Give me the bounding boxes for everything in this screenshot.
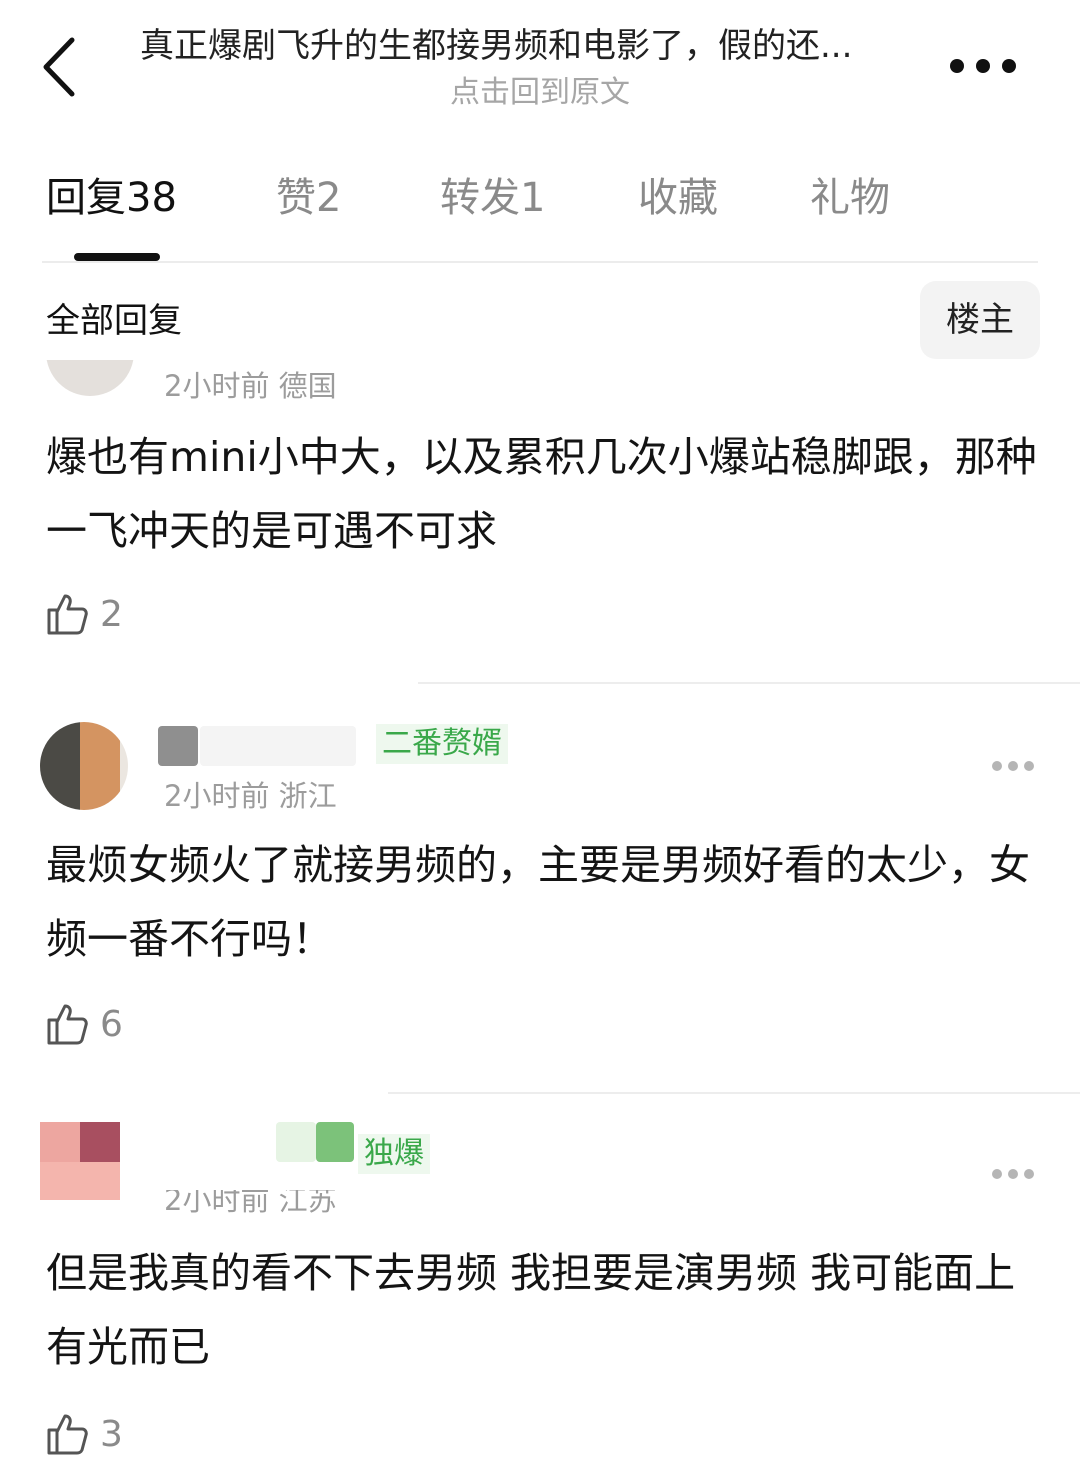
comment-meta-clipped: 2小时前 江苏 [164, 1190, 464, 1216]
tab-gifts[interactable]: 礼物 [810, 172, 890, 224]
comment-meta: 2小时前 江苏 [164, 1190, 337, 1216]
avatar[interactable] [46, 360, 134, 396]
comment-1-header-clipped: 2小时前 德国 [46, 360, 1046, 400]
username-obscured[interactable] [158, 726, 198, 766]
tab-likes[interactable]: 赞2 [276, 172, 341, 224]
like-count: 6 [100, 1003, 123, 1045]
like-button[interactable]: 3 [46, 1410, 123, 1458]
avatar[interactable] [40, 1122, 120, 1200]
more-options-icon[interactable] [950, 56, 1030, 76]
username-obscured [200, 726, 356, 766]
like-count: 3 [100, 1413, 123, 1455]
fan-badge[interactable]: 独爆 [358, 1134, 430, 1174]
like-button[interactable]: 2 [46, 590, 123, 638]
thumbs-up-icon [47, 594, 88, 635]
comment-content: 但是我真的看不下去男频 我担要是演男频 我可能面上有光而已 [46, 1249, 1016, 1371]
like-button[interactable]: 6 [46, 1000, 123, 1048]
tabs-divider [42, 261, 1038, 263]
active-tab-indicator [74, 253, 160, 261]
fan-badge[interactable]: 二番赘婿 [376, 724, 508, 764]
comment-meta: 2小时前 德国 [164, 369, 337, 400]
comment-content: 爆也有mini小中大，以及累积几次小爆站稳脚跟，那种一飞冲天的是可遇不可求 [46, 433, 1037, 555]
comment-divider [388, 1092, 1080, 1094]
post-title[interactable]: 真正爆剧飞升的生都接男频和电影了，假的还... [140, 24, 930, 68]
username-obscured[interactable] [276, 1122, 316, 1162]
tab-reposts[interactable]: 转发1 [440, 172, 545, 224]
comment-content: 最烦女频火了就接男频的，主要是男频好看的太少，女频一番不行吗！ [46, 841, 1030, 963]
tab-favorites[interactable]: 收藏 [638, 172, 718, 224]
op-only-filter-button[interactable]: 楼主 [920, 281, 1040, 359]
back-to-original-link[interactable]: 点击回到原文 [0, 74, 1080, 112]
comment-divider [418, 682, 1080, 684]
comment-more-icon[interactable] [992, 760, 1036, 772]
section-title: 全部回复 [46, 301, 182, 341]
comment-meta: 2小时前 浙江 [164, 779, 337, 813]
avatar[interactable] [40, 722, 128, 810]
username-obscured [316, 1122, 354, 1162]
thumbs-up-icon [47, 1414, 88, 1455]
tab-replies[interactable]: 回复38 [46, 172, 177, 224]
thumbs-up-icon [47, 1004, 88, 1045]
like-count: 2 [100, 593, 123, 635]
comment-more-icon[interactable] [992, 1168, 1036, 1180]
